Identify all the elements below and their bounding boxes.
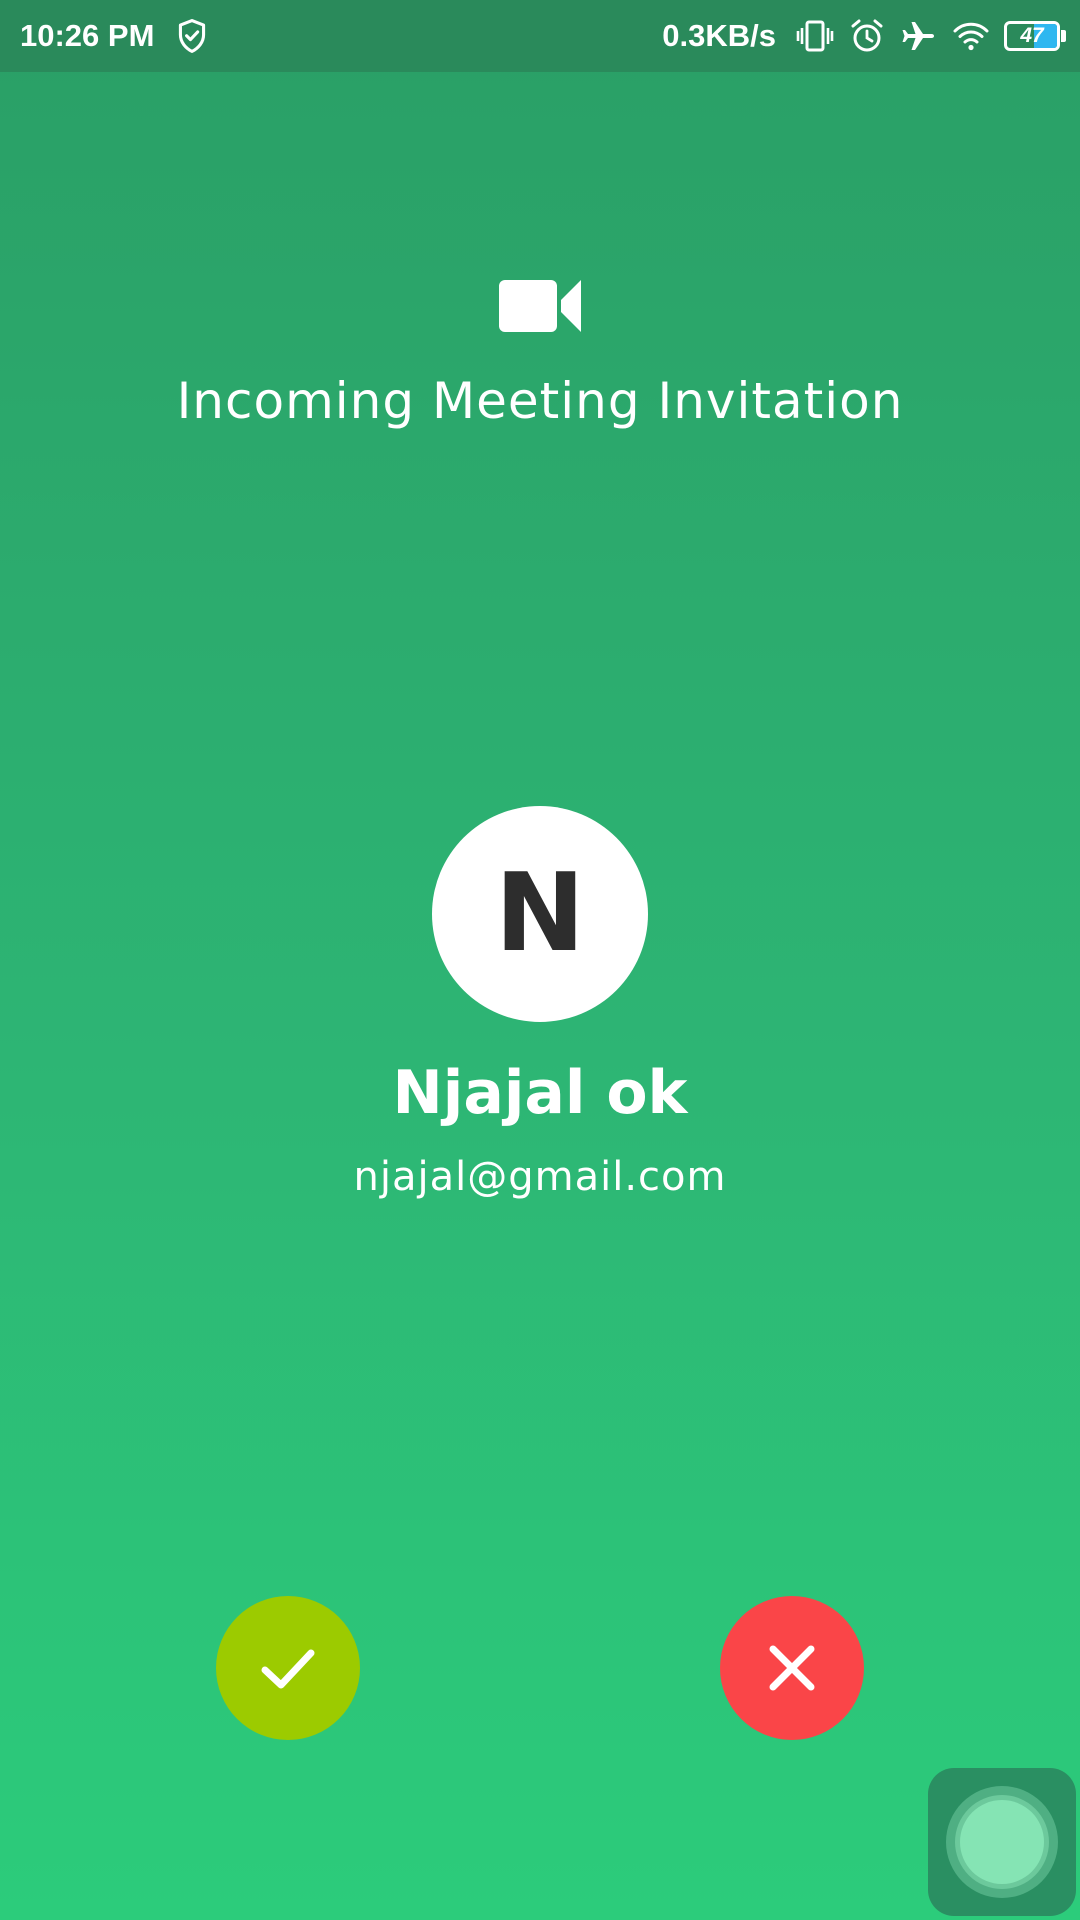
- status-bar: 10:26 PM 0.3KB/s 47: [0, 0, 1080, 72]
- airplane-mode-icon: [902, 22, 934, 50]
- assistive-touch-core: [960, 1800, 1044, 1884]
- close-icon: [769, 1645, 815, 1691]
- alarm-icon: [851, 19, 883, 52]
- checkmark-icon: [261, 1649, 315, 1689]
- status-time: 10:26 PM: [20, 18, 155, 53]
- vibrate-icon: [796, 20, 834, 52]
- avatar-initial: N: [494, 851, 586, 976]
- caller-name: Njajal ok: [392, 1058, 688, 1128]
- battery-icon: 47: [1004, 21, 1066, 51]
- battery-cap: [1061, 30, 1066, 42]
- network-speed: 0.3KB/s: [662, 18, 776, 53]
- assistive-touch-ring: [946, 1786, 1058, 1898]
- assistive-touch-button[interactable]: [928, 1768, 1076, 1916]
- video-camera-icon: [499, 280, 581, 332]
- accept-button[interactable]: [216, 1596, 360, 1740]
- decline-button[interactable]: [720, 1596, 864, 1740]
- status-bar-right: 0.3KB/s 47: [662, 18, 1066, 54]
- invitation-title: Incoming Meeting Invitation: [176, 372, 904, 430]
- shield-check-icon: [179, 19, 206, 53]
- battery-level: 47: [1020, 24, 1044, 47]
- status-bar-left: 10:26 PM: [20, 18, 208, 54]
- wifi-icon: [953, 22, 989, 51]
- avatar: N: [432, 806, 648, 1022]
- caller-email: njajal@gmail.com: [353, 1154, 727, 1200]
